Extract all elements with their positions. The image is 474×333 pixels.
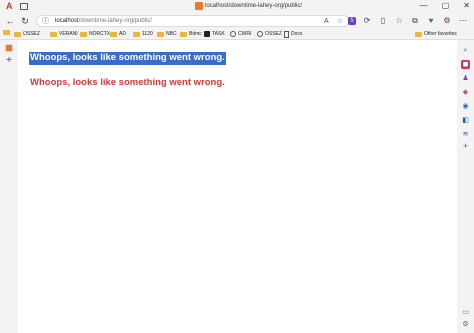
hide-sidebar-icon[interactable]: ▭: [461, 308, 470, 317]
favorite-item[interactable]: TASK: [204, 30, 225, 38]
new-tab-button[interactable]: +: [4, 56, 14, 66]
folder-icon: [133, 31, 140, 37]
microsoft365-icon[interactable]: ◉: [461, 102, 470, 111]
shopping-icon[interactable]: ◼: [461, 60, 470, 69]
folder-icon: [50, 31, 57, 37]
minimize-button[interactable]: —: [420, 1, 428, 11]
toolbar-extensions: 5 ⟳ ▯ ☆ ⧉ ♥ ⚙ ⋯ ◆: [348, 15, 474, 27]
favorite-item[interactable]: NBC: [157, 30, 177, 38]
edge-sidebar: ⌕ ◼ ♟ ◆ ◉ ◧ ≋ + ▭ ⚙: [457, 40, 474, 333]
other-favorites-label: Other favorites: [424, 31, 457, 37]
outlook-icon[interactable]: ◧: [461, 116, 470, 125]
tab-title[interactable]: localhost/downtime-lahey-org/public/: [205, 3, 302, 10]
favorite-item[interactable]: OSSEZ: [257, 30, 282, 38]
address-bar[interactable]: ⓘ localhost/downtime-lahey-org/public/ A…: [36, 15, 350, 27]
active-tab-favicon-icon[interactable]: [5, 44, 13, 52]
url-text[interactable]: localhost/downtime-lahey-org/public/: [55, 18, 152, 25]
vertical-tabs-sidebar: +: [0, 40, 18, 333]
favorites-icon[interactable]: ☆: [394, 15, 404, 27]
browser-essentials-icon[interactable]: ♥: [426, 15, 436, 27]
favorite-item[interactable]: VERANI: [50, 30, 78, 38]
favorite-item[interactable]: Docs: [284, 30, 302, 38]
favorite-label: Bdmc: [189, 31, 202, 37]
back-button[interactable]: ←: [4, 15, 16, 27]
favorite-item[interactable]: 1120: [133, 30, 153, 38]
tools-icon[interactable]: ♟: [461, 74, 470, 83]
folder-icon: [110, 31, 117, 37]
folder-icon: [180, 31, 187, 37]
window-controls: — ▢ ✕: [420, 1, 470, 11]
favorites-bar-button[interactable]: [3, 30, 10, 35]
globe-icon: [230, 31, 236, 37]
favorite-label: NBC: [166, 31, 177, 37]
folder-icon: [157, 31, 164, 37]
read-aloud-icon[interactable]: A: [324, 17, 329, 26]
favorite-star-icon[interactable]: ☆: [337, 17, 343, 26]
extensions-icon[interactable]: ⚙: [442, 15, 452, 27]
sidebar-settings-icon[interactable]: ⚙: [461, 320, 470, 329]
favorite-item[interactable]: CWRI: [230, 30, 251, 38]
document-icon: [284, 30, 289, 38]
drop-icon[interactable]: ≋: [461, 130, 470, 139]
favorite-item[interactable]: OSSEZ: [14, 30, 40, 38]
favorite-label: NORCTX: [89, 31, 111, 37]
favorite-label: CWRI: [238, 31, 252, 37]
favorite-label: VERANI: [59, 31, 78, 37]
extension-purple-icon[interactable]: 5: [348, 17, 356, 25]
title-bar: A localhost/downtime-lahey-org/public/ —…: [0, 0, 474, 13]
url-host: localhost: [55, 18, 79, 24]
favorite-label: OSSEZ: [265, 31, 282, 37]
tab-favicon-icon: [195, 2, 203, 10]
more-menu-icon[interactable]: ⋯: [458, 15, 468, 27]
favorite-label: Docs: [291, 31, 303, 37]
favorite-label: 1120: [142, 31, 153, 37]
tab-actions-icon[interactable]: [20, 3, 28, 10]
favorites-bar: OSSEZ VERANI NORCTX AD 1120 NBC Bdmc TAS…: [0, 29, 474, 40]
profile-icon[interactable]: A: [6, 2, 15, 11]
split-screen-icon[interactable]: ▯: [378, 15, 388, 27]
collections-icon[interactable]: ⧉: [410, 15, 420, 27]
extension-icon[interactable]: ⟳: [362, 15, 372, 27]
games-icon[interactable]: ◆: [461, 88, 470, 97]
maximize-button[interactable]: ▢: [442, 1, 450, 11]
globe-icon: [257, 31, 263, 37]
url-path: /downtime-lahey-org/public/: [78, 18, 153, 24]
add-sidebar-app-icon[interactable]: +: [461, 142, 470, 151]
favorite-item[interactable]: Bdmc: [180, 30, 202, 38]
folder-icon: [3, 30, 10, 35]
site-info-icon[interactable]: ⓘ: [42, 17, 49, 26]
folder-icon: [80, 31, 87, 37]
page-content: Whoops, looks like something went wrong.…: [18, 40, 457, 333]
favorite-item[interactable]: NORCTX: [80, 30, 110, 38]
folder-icon: [14, 31, 21, 37]
error-heading-selected: Whoops, looks like something went wrong.: [29, 52, 226, 65]
task-icon: [204, 31, 210, 37]
favorite-label: AD: [119, 31, 126, 37]
favorite-label: OSSEZ: [23, 31, 40, 37]
close-button[interactable]: ✕: [463, 1, 470, 11]
folder-icon: [415, 31, 422, 37]
favorite-item[interactable]: AD: [110, 30, 126, 38]
favorite-label: TASK: [212, 31, 225, 37]
refresh-button[interactable]: ↻: [19, 15, 31, 27]
other-favorites[interactable]: Other favorites: [415, 30, 457, 38]
error-heading: Whoops, looks like something went wrong.: [30, 77, 225, 88]
navigation-bar: ← ↻ ⓘ localhost/downtime-lahey-org/publi…: [0, 13, 474, 29]
address-bar-icons: A ☆: [324, 17, 343, 26]
search-icon[interactable]: ⌕: [461, 46, 470, 55]
